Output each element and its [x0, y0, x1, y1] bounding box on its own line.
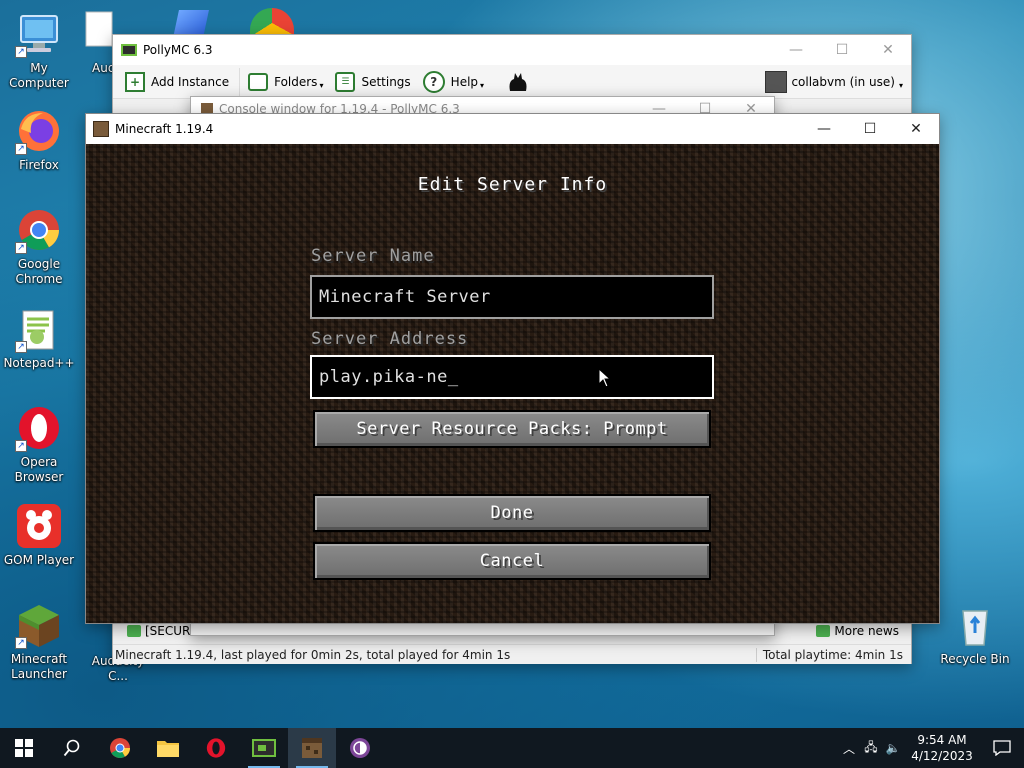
document-icon	[80, 10, 116, 58]
add-instance-button[interactable]: + Add Instance	[113, 67, 241, 96]
clock-date: 4/12/2023	[911, 749, 973, 763]
desktop-icon-label: Notepad++	[3, 356, 75, 370]
desktop-icon-label: My Computer	[9, 61, 69, 90]
minimize-button[interactable]: —	[801, 114, 847, 144]
news-icon	[127, 625, 141, 637]
total-playtime-text: Total playtime: 4min 1s	[755, 647, 911, 662]
tor-browser-icon	[350, 738, 370, 758]
desktop-icon-my-computer[interactable]: ↗ My Computer	[1, 10, 77, 91]
minecraft-app-icon	[93, 121, 109, 137]
start-button[interactable]	[0, 728, 48, 768]
desktop-icon-label: GOM Player	[3, 553, 75, 567]
close-button[interactable]: ✕	[865, 35, 911, 65]
maximize-button[interactable]: ☐	[847, 114, 893, 144]
dropdown-arrow-icon: ▾	[319, 81, 324, 90]
minecraft-window: Minecraft 1.19.4 — ☐ ✕ Edit Server Info …	[85, 113, 940, 624]
desktop-icon-label: Firefox	[19, 158, 59, 172]
account-button[interactable]: collabvm (in use) ▾	[765, 68, 911, 96]
server-name-label: Server Name	[311, 246, 435, 266]
news-icon	[816, 625, 831, 637]
taskbar-opera[interactable]	[192, 728, 240, 768]
clock[interactable]: 9:54 AM 4/12/2023	[904, 732, 980, 764]
notepadpp-icon: ↗	[15, 305, 63, 353]
computer-icon: ↗	[15, 10, 63, 58]
maximize-button[interactable]: ☐	[819, 35, 865, 65]
search-icon	[63, 739, 80, 757]
mouse-cursor-icon	[598, 368, 612, 388]
network-icon[interactable]: 🖧	[860, 738, 882, 759]
desktop-icon-notepadpp[interactable]: ↗ Notepad++	[1, 305, 77, 371]
minecraft-icon	[302, 738, 322, 758]
server-name-input[interactable]: Minecraft Server	[310, 275, 714, 319]
pollymc-app-icon	[121, 44, 137, 56]
folders-button[interactable]: Folders ▾	[240, 68, 329, 96]
search-button[interactable]	[48, 728, 96, 768]
minecraft-titlebar[interactable]: Minecraft 1.19.4 — ☐ ✕	[86, 114, 939, 144]
opera-icon	[206, 738, 226, 758]
help-icon: ?	[422, 70, 445, 93]
taskbar-chrome[interactable]	[96, 728, 144, 768]
desktop-icon-chrome[interactable]: ↗ Google Chrome	[1, 206, 77, 287]
folder-icon	[157, 741, 179, 757]
desktop-icon-minecraft-launcher[interactable]: ↗ Minecraft Launcher	[1, 601, 77, 682]
dropdown-arrow-icon: ▾	[898, 81, 903, 90]
taskbar: ︿ 🖧 🔈 9:54 AM 4/12/2023	[0, 728, 1024, 768]
server-address-input[interactable]: play.pika-ne_	[310, 355, 714, 399]
server-resource-packs-button[interactable]: Server Resource Packs: Prompt	[313, 410, 711, 448]
cancel-button[interactable]: Cancel	[313, 542, 711, 580]
desktop-icon-label: Recycle Bin	[940, 652, 1010, 666]
recycle-bin-icon	[951, 601, 999, 649]
desktop-icon-opera[interactable]: ↗ Opera Browser	[1, 404, 77, 485]
instance-status-text: Minecraft 1.19.4, last played for 0min 2…	[115, 647, 511, 662]
minecraft-title: Minecraft 1.19.4	[115, 122, 214, 136]
windows-logo-icon	[15, 739, 33, 757]
avatar	[765, 70, 788, 93]
minimize-button[interactable]: —	[773, 35, 819, 65]
taskbar-minecraft[interactable]	[288, 728, 336, 768]
gom-player-icon	[15, 502, 63, 550]
desktop-icon-recycle-bin[interactable]: Recycle Bin	[937, 601, 1013, 667]
minecraft-screen: Edit Server Info Server Name Minecraft S…	[86, 144, 939, 623]
pollymc-title: PollyMC 6.3	[143, 43, 213, 57]
pollymc-toolbar: + Add Instance Folders ▾ ☰ Settings ? He…	[113, 65, 911, 99]
folder-icon	[248, 72, 269, 91]
desktop-icon-label: Minecraft Launcher	[10, 652, 68, 681]
settings-icon: ☰	[335, 71, 356, 92]
taskbar-file-explorer[interactable]	[144, 728, 192, 768]
desktop-icon-label: Google Chrome	[15, 257, 63, 286]
taskbar-pollymc[interactable]	[240, 728, 288, 768]
close-button[interactable]: ✕	[893, 114, 939, 144]
notifications-icon[interactable]	[980, 740, 1024, 756]
system-tray: ︿ 🖧 🔈 9:54 AM 4/12/2023	[838, 732, 1024, 764]
settings-button[interactable]: ☰ Settings	[329, 68, 416, 96]
server-address-label: Server Address	[311, 329, 469, 349]
pollymc-statusbar: Minecraft 1.19.4, last played for 0min 2…	[113, 644, 911, 664]
more-news-link[interactable]: More news	[834, 624, 899, 638]
help-button[interactable]: ? Help ▾	[417, 68, 490, 96]
desktop-icon-label: Opera Browser	[14, 455, 64, 484]
pollymc-icon	[252, 739, 276, 757]
cat-icon[interactable]	[506, 71, 530, 93]
opera-icon: ↗	[15, 404, 63, 452]
pollymc-titlebar[interactable]: PollyMC 6.3 — ☐ ✕	[113, 35, 911, 65]
firefox-icon: ↗	[15, 107, 63, 155]
show-hidden-icons-chevron-icon[interactable]: ︿	[838, 740, 860, 757]
desktop-icon-gom-player[interactable]: GOM Player	[1, 502, 77, 568]
dropdown-arrow-icon: ▾	[480, 81, 485, 90]
clock-time: 9:54 AM	[917, 733, 967, 747]
screen-title: Edit Server Info	[417, 174, 608, 195]
done-button[interactable]: Done	[313, 494, 711, 532]
minecraft-grass-block-icon: ↗	[15, 601, 63, 649]
add-icon: +	[125, 71, 145, 92]
desktop-icon-firefox[interactable]: ↗ Firefox	[1, 107, 77, 173]
chrome-icon	[110, 738, 130, 758]
taskbar-tor-browser[interactable]	[336, 728, 384, 768]
chrome-icon: ↗	[15, 206, 63, 254]
volume-icon[interactable]: 🔈	[882, 741, 904, 755]
